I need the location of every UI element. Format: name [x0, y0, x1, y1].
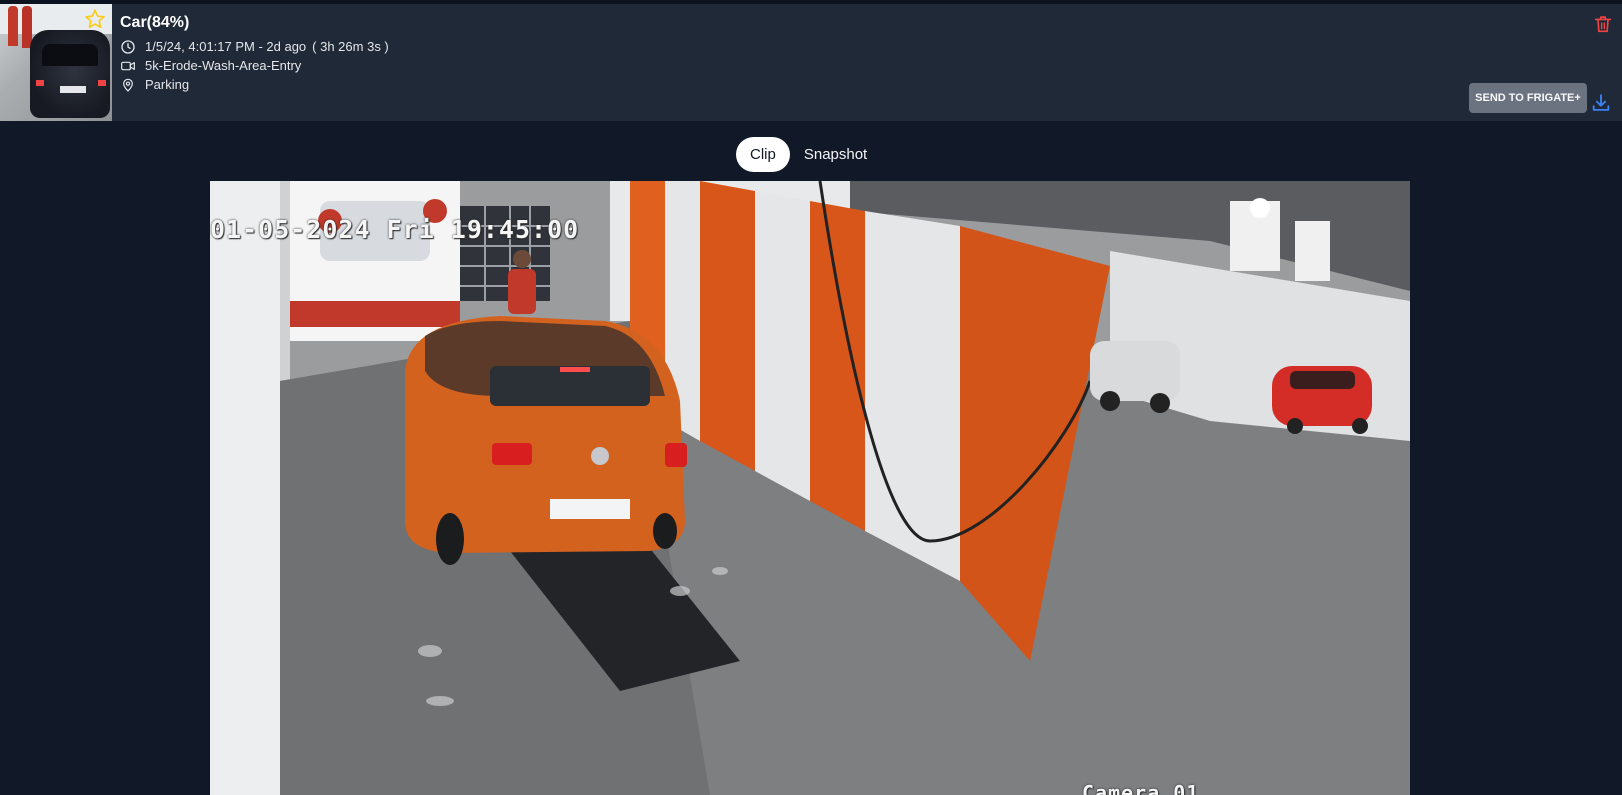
event-zone-row: Parking [120, 75, 389, 94]
send-to-frigate-plus-button[interactable]: SEND TO FRIGATE+ [1469, 83, 1587, 113]
event-camera-row: 5k-Erode-Wash-Area-Entry [120, 56, 389, 75]
event-time-row: 1/5/24, 4:01:17 PM - 2d ago ( 3h 26m 3s … [120, 37, 389, 56]
thumbnail-car-window [42, 44, 98, 66]
clock-icon [121, 39, 135, 54]
tab-clip[interactable]: Clip [736, 137, 790, 172]
trash-icon[interactable] [1592, 13, 1614, 35]
tab-snapshot[interactable]: Snapshot [790, 137, 881, 172]
thumbnail-person [8, 6, 18, 46]
map-pin-icon [123, 78, 133, 92]
media-tabs: Clip Snapshot [736, 137, 881, 172]
event-datetime: 1/5/24, 4:01:17 PM - 2d ago [145, 39, 307, 54]
event-info: Car(84%) 1/5/24, 4:01:17 PM - 2d ago ( 3… [120, 14, 389, 94]
event-header: Car(84%) 1/5/24, 4:01:17 PM - 2d ago ( 3… [0, 4, 1622, 121]
video-timestamp-overlay: 01-05-2024 Fri 19:45:00 [210, 215, 580, 244]
thumbnail-car-plate [60, 86, 86, 93]
star-icon[interactable] [84, 8, 106, 30]
video-camera-overlay: Camera 01 [1082, 781, 1200, 795]
event-duration: ( 3h 26m 3s ) [312, 39, 389, 54]
download-icon[interactable] [1590, 92, 1612, 114]
thumbnail-car-taillight [98, 80, 106, 86]
thumbnail-car [30, 30, 110, 118]
event-camera-name: 5k-Erode-Wash-Area-Entry [145, 58, 302, 73]
clip-player[interactable]: 01-05-2024 Fri 19:45:00 Camera 01 [210, 181, 1410, 795]
event-zone: Parking [145, 77, 190, 92]
thumbnail-car-taillight [36, 80, 44, 86]
event-title: Car(84%) [120, 14, 190, 31]
video-camera-icon [121, 61, 135, 70]
clip-frame [210, 181, 1410, 795]
